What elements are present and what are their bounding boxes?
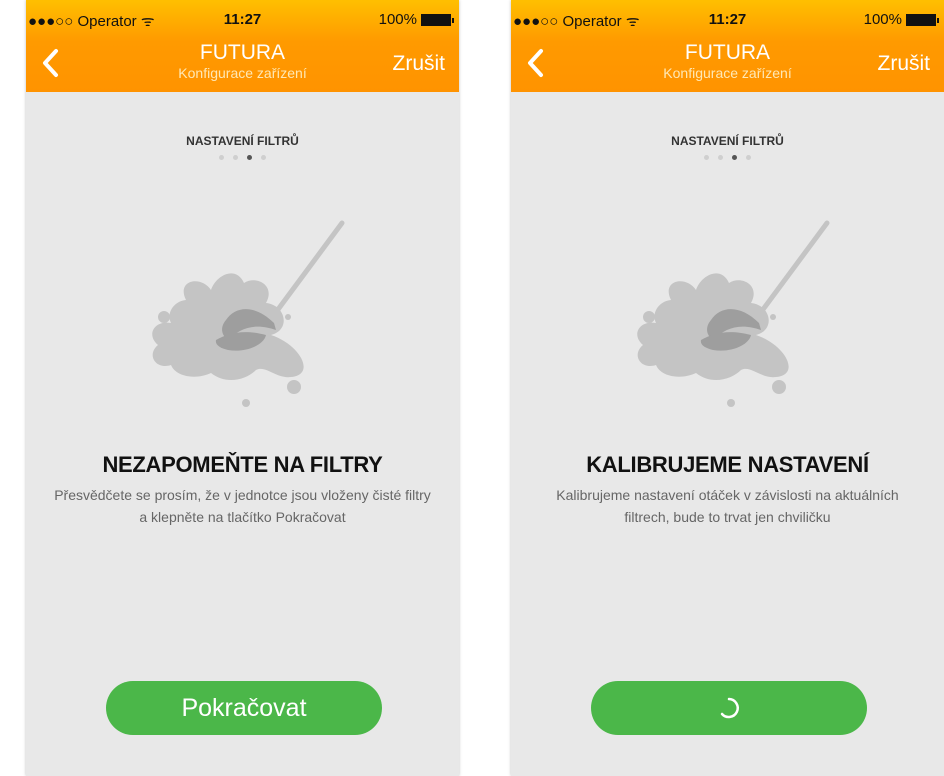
screen-calibration: ●●●○○ Operator ᯤ 11:27 100% FUTURA Konfi… — [511, 0, 944, 776]
step-title: NASTAVENÍ FILTRŮ — [186, 134, 299, 148]
page-dot-active — [732, 155, 737, 160]
page-dot — [746, 155, 751, 160]
spinner-icon — [720, 697, 739, 719]
mop-splash-illustration — [152, 220, 345, 407]
battery-indicator: 100% — [378, 11, 454, 28]
navigation-bar: ●●●○○ Operator ᯤ 11:27 100% FUTURA Konfi… — [26, 0, 459, 92]
page-dot — [704, 155, 709, 160]
page-dot — [233, 155, 238, 160]
page-dot — [718, 155, 723, 160]
mop-splash-illustration — [637, 220, 830, 407]
screen-heading: NEZAPOMEŇTE NA FILTRY — [102, 452, 383, 477]
screen-reminder: ●●●○○ Operator ᯤ 11:27 100% FUTURA Konfi… — [26, 0, 459, 776]
screen-description: Přesvědčete se prosím, že v jednotce jso… — [54, 487, 431, 525]
cancel-button[interactable]: Zrušit — [393, 52, 446, 76]
continue-button-label: Pokračovat — [181, 693, 307, 722]
status-bar: ●●●○○ Operator ᯤ 11:27 100% — [511, 0, 944, 32]
page-dot — [219, 155, 224, 160]
page-dot — [261, 155, 266, 160]
page-indicator — [511, 155, 944, 160]
screen-description: Kalibrujeme nastavení otáček v závislost… — [556, 487, 899, 525]
battery-label: 100% — [378, 11, 417, 28]
cancel-button[interactable]: Zrušit — [878, 52, 931, 76]
navigation-bar: ●●●○○ Operator ᯤ 11:27 100% FUTURA Konfi… — [511, 0, 944, 92]
status-bar: ●●●○○ Operator ᯤ 11:27 100% — [26, 0, 459, 32]
battery-icon — [906, 13, 939, 26]
battery-icon — [421, 13, 454, 26]
page-dot-active — [247, 155, 252, 160]
page-indicator — [26, 155, 459, 160]
step-title: NASTAVENÍ FILTRŮ — [671, 134, 784, 148]
battery-label: 100% — [863, 11, 902, 28]
continue-button[interactable]: Pokračovat — [106, 681, 382, 735]
loading-button — [591, 681, 867, 735]
screen-heading: KALIBRUJEME NASTAVENÍ — [586, 452, 869, 477]
battery-indicator: 100% — [863, 11, 939, 28]
